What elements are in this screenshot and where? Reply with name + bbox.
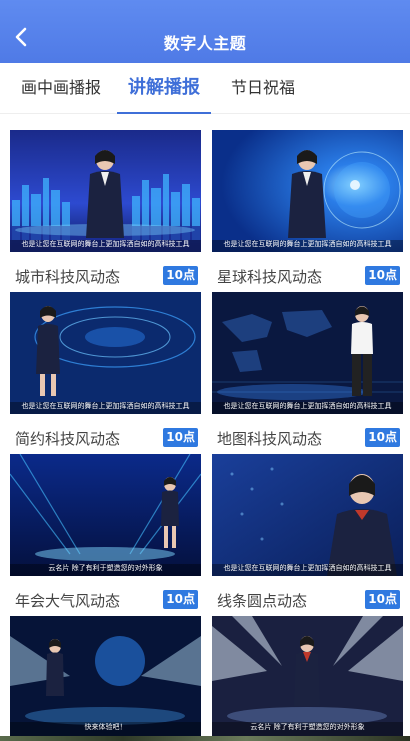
theme-name: 城市科技风动态 xyxy=(15,268,121,286)
video-subtitle: 也是让您在互联网的舞台上更加挥洒自如的高科技工具 xyxy=(223,402,392,410)
video-subtitle: 也是让您在互联网的舞台上更加挥洒自如的高科技工具 xyxy=(21,402,190,410)
theme-card-stage-1[interactable]: 快来体验吧！ xyxy=(10,616,201,741)
theme-grid: 也是让您在互联网的舞台上更加挥洒自如的高科技工具 城市科技风动态 10点 也是让… xyxy=(0,114,410,741)
points-badge: 10点 xyxy=(365,590,400,609)
tab-explain-broadcast[interactable]: 讲解播报 xyxy=(117,63,211,114)
video-subtitle: 快来体验吧！ xyxy=(84,723,127,731)
theme-card-planet-tech[interactable]: 也是让您在互联网的舞台上更加挥洒自如的高科技工具 星球科技风动态 10点 xyxy=(212,130,403,288)
tab-holiday-greetings[interactable]: 节日祝福 xyxy=(231,63,295,113)
theme-card-city-tech[interactable]: 也是让您在互联网的舞台上更加挥洒自如的高科技工具 城市科技风动态 10点 xyxy=(10,130,201,288)
theme-name: 年会大气风动态 xyxy=(15,592,121,610)
video-subtitle: 云名片 除了有利于塑造您的对外形象 xyxy=(250,723,365,731)
points-badge: 10点 xyxy=(365,266,400,285)
points-badge: 10点 xyxy=(163,266,198,285)
theme-thumbnail: 也是让您在互联网的舞台上更加挥洒自如的高科技工具 xyxy=(212,292,403,414)
points-badge: 10点 xyxy=(163,428,198,447)
app-header: 数字人主题 xyxy=(0,0,410,63)
video-subtitle: 也是让您在互联网的舞台上更加挥洒自如的高科技工具 xyxy=(223,240,392,248)
theme-name: 线条圆点动态 xyxy=(217,592,308,610)
tab-bar: 画中画播报 讲解播报 节日祝福 xyxy=(0,63,410,114)
page-title: 数字人主题 xyxy=(163,34,247,53)
tab-label: 画中画播报 xyxy=(21,78,102,97)
video-subtitle: 云名片 除了有利于塑造您的对外形象 xyxy=(48,564,163,572)
theme-name: 简约科技风动态 xyxy=(15,430,121,448)
theme-thumbnail: 也是让您在互联网的舞台上更加挥洒自如的高科技工具 xyxy=(212,454,403,576)
theme-card-map-tech[interactable]: 也是让您在互联网的舞台上更加挥洒自如的高科技工具 地图科技风动态 10点 xyxy=(212,292,403,450)
theme-thumbnail: 快来体验吧！ xyxy=(10,616,201,738)
theme-card-minimal-tech[interactable]: 也是让您在互联网的舞台上更加挥洒自如的高科技工具 简约科技风动态 10点 xyxy=(10,292,201,450)
bottom-edge-strip xyxy=(0,736,410,741)
theme-thumbnail: 云名片 除了有利于塑造您的对外形象 xyxy=(10,454,201,576)
tab-label: 讲解播报 xyxy=(128,77,200,98)
video-subtitle: 也是让您在互联网的舞台上更加挥洒自如的高科技工具 xyxy=(223,564,392,572)
theme-card-annual-meeting[interactable]: 云名片 除了有利于塑造您的对外形象 年会大气风动态 10点 xyxy=(10,454,201,612)
theme-thumbnail: 也是让您在互联网的舞台上更加挥洒自如的高科技工具 xyxy=(212,130,403,252)
tab-picture-in-picture[interactable]: 画中画播报 xyxy=(21,63,101,113)
points-badge: 10点 xyxy=(365,428,400,447)
theme-name: 星球科技风动态 xyxy=(217,268,323,286)
points-badge: 10点 xyxy=(163,590,198,609)
theme-card-stage-2[interactable]: 云名片 除了有利于塑造您的对外形象 xyxy=(212,616,403,741)
theme-name: 地图科技风动态 xyxy=(217,430,323,448)
theme-card-lines-dots[interactable]: 也是让您在互联网的舞台上更加挥洒自如的高科技工具 线条圆点动态 10点 xyxy=(212,454,403,612)
theme-thumbnail: 也是让您在互联网的舞台上更加挥洒自如的高科技工具 xyxy=(10,130,201,252)
theme-thumbnail: 云名片 除了有利于塑造您的对外形象 xyxy=(212,616,403,738)
tab-label: 节日祝福 xyxy=(231,78,296,97)
video-subtitle: 也是让您在互联网的舞台上更加挥洒自如的高科技工具 xyxy=(21,240,190,248)
theme-thumbnail: 也是让您在互联网的舞台上更加挥洒自如的高科技工具 xyxy=(10,292,201,414)
